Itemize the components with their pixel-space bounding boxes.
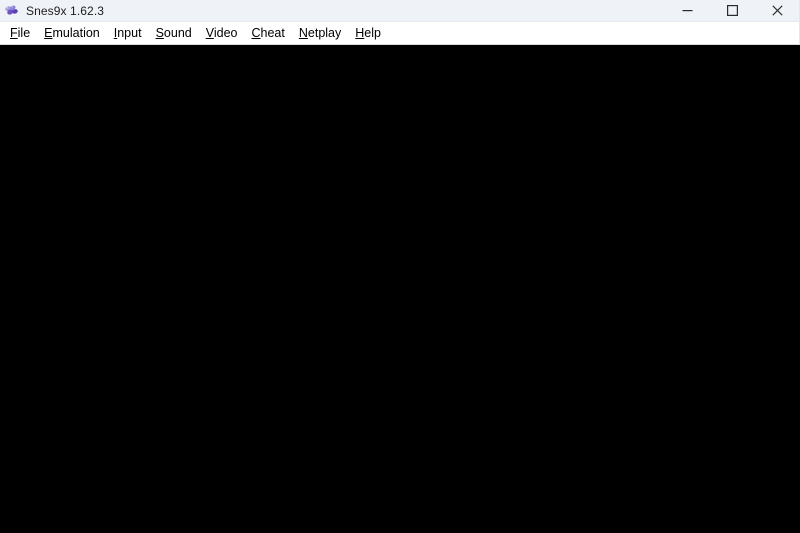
menu-item-video-label: ideo [213,26,238,40]
close-button[interactable] [755,0,800,21]
menu-item-cheat[interactable]: Cheat [245,22,292,44]
menu-item-cheat-label: heat [260,26,285,40]
menu-item-help-label: elp [364,26,381,40]
menu-item-file-label: ile [17,26,31,40]
window-controls [665,0,800,21]
title-bar[interactable]: Snes9x 1.62.3 [0,0,800,22]
menu-item-emulation-mnemonic: E [44,26,53,40]
menu-item-video-mnemonic: V [205,26,214,40]
emulator-viewport[interactable] [0,45,800,533]
minimize-button[interactable] [665,0,710,21]
menu-item-emulation[interactable]: Emulation [37,22,107,44]
menu-item-netplay[interactable]: Netplay [292,22,348,44]
menu-item-cheat-mnemonic: C [251,26,261,40]
menu-item-sound-label: ound [163,26,192,40]
maximize-button[interactable] [710,0,755,21]
menu-item-file-mnemonic: F [10,26,18,40]
menu-item-emulation-label: mulation [52,26,100,40]
menu-item-help-mnemonic: H [355,26,365,40]
menu-item-sound[interactable]: Sound [149,22,199,44]
window-title: Snes9x 1.62.3 [26,3,105,18]
snes9x-logo-icon [4,3,20,19]
menu-item-file[interactable]: File [3,22,37,44]
menu-item-netplay-label: etplay [307,26,342,40]
menu-item-input[interactable]: Input [107,22,149,44]
menu-bar: File Emulation Input Sound Video Cheat N… [0,22,800,44]
snes9x-main-window: Snes9x 1.62.3 File Emulation Input Sound… [0,0,800,533]
menu-item-video[interactable]: Video [199,22,245,44]
menu-item-sound-mnemonic: S [155,26,164,40]
menu-item-help[interactable]: Help [348,22,388,44]
menu-item-netplay-mnemonic: N [298,26,308,40]
menu-item-input-label: nput [117,26,142,40]
